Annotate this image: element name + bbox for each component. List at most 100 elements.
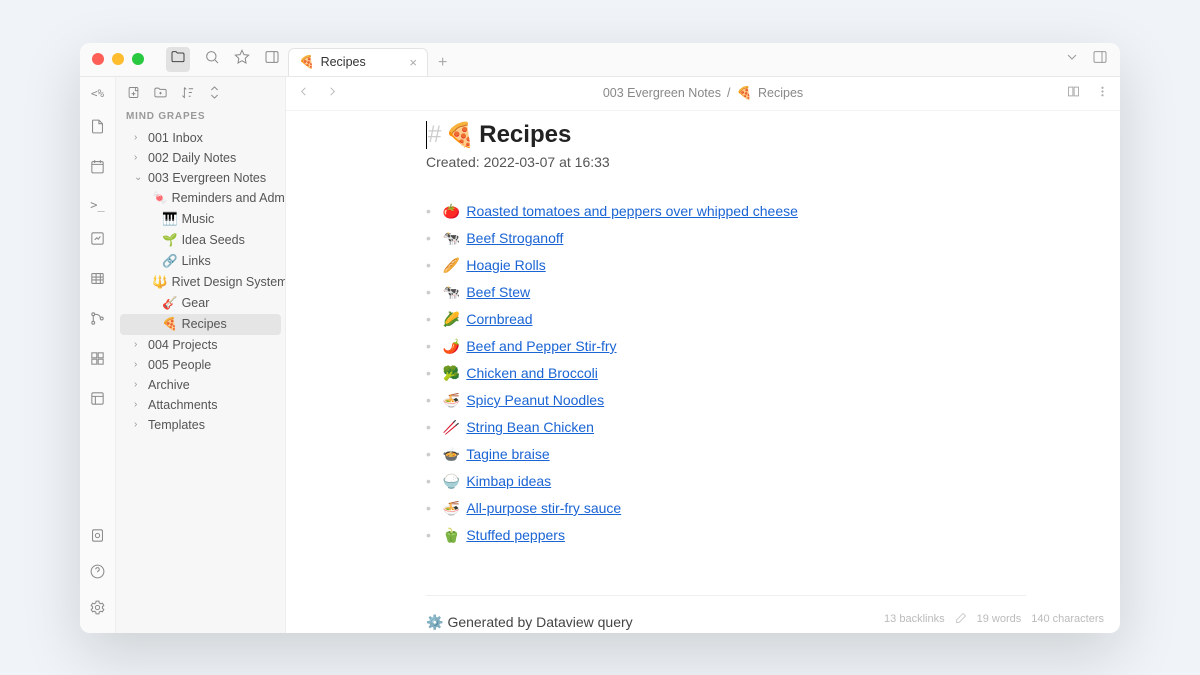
tree-item[interactable]: ⌄ 003 Evergreen Notes [120, 168, 281, 188]
tree-item[interactable]: 🍕Recipes [120, 314, 281, 335]
tree-item[interactable]: 🎸Gear [120, 293, 281, 314]
edit-icon[interactable] [955, 612, 967, 627]
titlebar-right-icons [1064, 49, 1120, 70]
breadcrumb[interactable]: 003 Evergreen Notes / 🍕 Recipes [603, 86, 803, 101]
list-item: 🌶️ Beef and Pepper Stir-fry [426, 333, 1026, 360]
calendar-icon[interactable] [89, 158, 106, 180]
tree-item[interactable]: ›005 People [120, 355, 281, 375]
recipe-link[interactable]: Kimbap ideas [466, 473, 551, 489]
vault-icon[interactable] [89, 527, 106, 549]
new-note-icon[interactable] [126, 85, 141, 103]
tree-item[interactable]: 🍬Reminders and Admin [120, 188, 281, 209]
grid-icon[interactable] [89, 350, 106, 372]
recipe-list: 🍅 Roasted tomatoes and peppers over whip… [426, 198, 1026, 549]
settings-icon[interactable] [89, 599, 106, 621]
recipe-link[interactable]: String Bean Chicken [466, 419, 594, 435]
recipe-link[interactable]: Hoagie Rolls [466, 257, 545, 273]
note-content[interactable]: # 🍕 Recipes Created: 2022-03-07 at 16:33… [286, 111, 1120, 633]
recipe-link[interactable]: Stuffed peppers [466, 527, 565, 543]
recipe-link[interactable]: Cornbread [466, 311, 532, 327]
list-item: 🥢 String Bean Chicken [426, 414, 1026, 441]
git-icon[interactable] [89, 310, 106, 332]
minimize-window-button[interactable] [112, 53, 124, 65]
recipe-emoji: 🥦 [443, 365, 460, 382]
recipe-emoji: 🌽 [443, 311, 460, 328]
more-icon[interactable] [1095, 84, 1110, 102]
backlinks-count[interactable]: 13 backlinks [884, 613, 945, 625]
chevron-icon[interactable]: › [134, 132, 144, 143]
tab-label: Recipes [321, 55, 366, 69]
tree-item[interactable]: ›Templates [120, 415, 281, 435]
item-label: Reminders and Admin [172, 191, 285, 205]
tab-bar: 🍕 Recipes × + [288, 43, 457, 76]
tree-item[interactable]: ›002 Daily Notes [120, 148, 281, 168]
back-icon[interactable] [296, 84, 311, 102]
list-item: 🍚 Kimbap ideas [426, 468, 1026, 495]
note-header: 003 Evergreen Notes / 🍕 Recipes [286, 77, 1120, 111]
collapse-icon[interactable] [207, 85, 222, 103]
chevron-icon[interactable]: › [134, 339, 144, 350]
list-item: 🫑 Stuffed peppers [426, 522, 1026, 549]
list-item: 🍲 Tagine braise [426, 441, 1026, 468]
tab-emoji: 🍕 [299, 55, 315, 70]
reading-mode-icon[interactable] [1066, 84, 1081, 102]
tree-item[interactable]: ›004 Projects [120, 335, 281, 355]
tree-item[interactable]: ›Archive [120, 375, 281, 395]
graph-icon[interactable] [89, 230, 106, 252]
dataview-text: Generated by Dataview query [447, 614, 632, 630]
recipe-emoji: 🍜 [443, 500, 460, 517]
recipe-link[interactable]: Roasted tomatoes and peppers over whippe… [466, 203, 798, 219]
close-window-button[interactable] [92, 53, 104, 65]
tree-item[interactable]: 🌱Idea Seeds [120, 230, 281, 251]
recipe-link[interactable]: All-purpose stir-fry sauce [466, 500, 621, 516]
list-item: 🐄 Beef Stew [426, 279, 1026, 306]
recipe-link[interactable]: Beef Stew [466, 284, 530, 300]
help-icon[interactable] [89, 563, 106, 585]
search-icon[interactable] [204, 49, 220, 70]
breadcrumb-emoji: 🍕 [736, 86, 752, 101]
tree-item[interactable]: 🔱Rivet Design System [120, 272, 281, 293]
files-icon[interactable] [166, 47, 190, 72]
layout-icon[interactable] [89, 390, 106, 412]
recipe-link[interactable]: Beef and Pepper Stir-fry [466, 338, 616, 354]
recipe-link[interactable]: Chicken and Broccoli [466, 365, 598, 381]
table-icon[interactable] [89, 270, 106, 292]
new-folder-icon[interactable] [153, 85, 168, 103]
chevron-icon[interactable]: › [134, 152, 144, 163]
recipe-link[interactable]: Spicy Peanut Noodles [466, 392, 604, 408]
sort-icon[interactable] [180, 85, 195, 103]
word-count: 19 words [977, 613, 1022, 625]
chevron-icon[interactable]: › [134, 419, 144, 430]
recipe-link[interactable]: Tagine braise [466, 446, 549, 462]
file-tree: ›001 Inbox›002 Daily Notes ⌄ 003 Evergreen… [116, 128, 285, 435]
file-explorer: MIND GRAPES ›001 Inbox›002 Daily Notes⌄0… [116, 77, 286, 633]
chevron-icon[interactable]: › [134, 379, 144, 390]
tree-item[interactable]: 🎹Music [120, 209, 281, 230]
right-panel-icon[interactable] [1092, 49, 1108, 70]
command-icon[interactable]: >_ [90, 198, 104, 212]
titlebar: 🍕 Recipes × + [80, 43, 1120, 77]
tree-item[interactable]: ›Attachments [120, 395, 281, 415]
chevron-icon[interactable]: › [134, 359, 144, 370]
new-note-icon[interactable] [89, 118, 106, 140]
recipe-link[interactable]: Beef Stroganoff [466, 230, 563, 246]
star-icon[interactable] [234, 49, 250, 70]
main-pane: 003 Evergreen Notes / 🍕 Recipes # 🍕 Reci… [286, 77, 1120, 633]
char-count: 140 characters [1031, 613, 1104, 625]
quick-switcher-icon[interactable]: <% [91, 87, 104, 100]
close-tab-icon[interactable]: × [409, 55, 417, 70]
maximize-window-button[interactable] [132, 53, 144, 65]
tree-item[interactable]: ›001 Inbox [120, 128, 281, 148]
new-tab-button[interactable]: + [428, 50, 457, 76]
status-bar: 13 backlinks 19 words 140 characters [884, 612, 1104, 627]
chevron-icon[interactable]: ⌄ [134, 172, 144, 183]
item-label: 003 Evergreen Notes [148, 171, 266, 185]
forward-icon[interactable] [325, 84, 340, 102]
tab-recipes[interactable]: 🍕 Recipes × [288, 48, 428, 76]
list-item: 🍜 All-purpose stir-fry sauce [426, 495, 1026, 522]
item-label: Recipes [182, 317, 227, 331]
right-sidebar-icon[interactable] [264, 49, 280, 70]
chevron-down-icon[interactable] [1064, 49, 1080, 70]
tree-item[interactable]: 🔗Links [120, 251, 281, 272]
chevron-icon[interactable]: › [134, 399, 144, 410]
